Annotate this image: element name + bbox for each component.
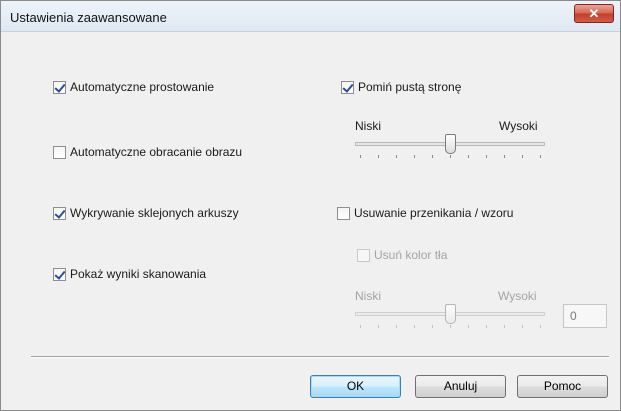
help-button[interactable]: Pomoc	[517, 375, 608, 398]
slider-tick	[504, 155, 505, 158]
checkbox-checked-icon	[341, 80, 354, 94]
show-scan-results-label: Pokaż wyniki skanowania	[70, 267, 207, 281]
auto-rotate-checkbox[interactable]: Automatyczne obracanie obrazu	[53, 145, 242, 159]
blank-sensitivity-slider[interactable]	[355, 134, 545, 158]
slider-tick	[414, 325, 415, 328]
slider-tick	[522, 155, 523, 158]
slider-tick	[432, 325, 433, 328]
bg-level-value-field[interactable]: 0	[563, 304, 607, 328]
bg-level-low-label: Niski	[355, 289, 381, 303]
slider-thumb[interactable]	[445, 304, 456, 324]
slider-tick	[522, 325, 523, 328]
close-icon: ✕	[588, 6, 600, 21]
slider-tick	[540, 155, 541, 158]
slider-ticks	[355, 155, 545, 159]
bleed-through-removal-checkbox[interactable]: Usuwanie przenikania / wzoru	[337, 206, 513, 220]
slider-tick	[432, 155, 433, 158]
slider-tick	[486, 325, 487, 328]
multifeed-detection-label: Wykrywanie sklejonych arkuszy	[70, 206, 239, 220]
slider-tick	[504, 325, 505, 328]
slider-ticks	[355, 325, 545, 329]
slider-tick	[360, 325, 361, 328]
checkbox-checked-icon	[53, 267, 66, 281]
checkbox-unchecked-icon	[357, 248, 370, 262]
blank-sensitivity-high-label: Wysoki	[499, 119, 538, 133]
auto-deskew-label: Automatyczne prostowanie	[70, 80, 215, 94]
slider-tick	[468, 155, 469, 158]
slider-tick	[540, 325, 541, 328]
slider-tick	[450, 325, 451, 328]
slider-tick	[378, 325, 379, 328]
cancel-button[interactable]: Anuluj	[415, 375, 506, 398]
slider-tick	[378, 155, 379, 158]
bleed-through-removal-label: Usuwanie przenikania / wzoru	[354, 206, 514, 220]
slider-tick	[360, 155, 361, 158]
dialog-content: Automatyczne prostowanie Automatyczne ob…	[1, 32, 620, 410]
slider-thumb[interactable]	[445, 134, 456, 154]
slider-tick	[450, 155, 451, 158]
auto-rotate-label: Automatyczne obracanie obrazu	[70, 145, 243, 159]
ok-button[interactable]: OK	[310, 375, 401, 398]
title-bar: Ustawienia zaawansowane ✕	[1, 1, 620, 32]
slider-tick	[486, 155, 487, 158]
slider-tick	[396, 155, 397, 158]
checkbox-unchecked-icon	[337, 206, 350, 220]
multifeed-detection-checkbox[interactable]: Wykrywanie sklejonych arkuszy	[53, 206, 239, 220]
dialog-title: Ustawienia zaawansowane	[10, 10, 167, 25]
advanced-settings-dialog: Ustawienia zaawansowane ✕ Automatyczne p…	[0, 0, 621, 411]
show-scan-results-checkbox[interactable]: Pokaż wyniki skanowania	[53, 267, 206, 281]
slider-tick	[468, 325, 469, 328]
blank-sensitivity-low-label: Niski	[355, 119, 381, 133]
slider-tick	[396, 325, 397, 328]
bg-level-slider[interactable]	[355, 304, 545, 328]
close-button[interactable]: ✕	[574, 4, 614, 23]
bg-level-high-label: Wysoki	[498, 289, 537, 303]
slider-tick	[414, 155, 415, 158]
skip-blank-page-label: Pomiń pustą stronę	[358, 80, 462, 94]
checkbox-checked-icon	[53, 206, 66, 220]
checkbox-checked-icon	[53, 80, 66, 94]
separator	[31, 356, 609, 358]
remove-background-color-checkbox[interactable]: Usuń kolor tła	[357, 248, 447, 262]
skip-blank-page-checkbox[interactable]: Pomiń pustą stronę	[341, 80, 461, 94]
auto-deskew-checkbox[interactable]: Automatyczne prostowanie	[53, 80, 214, 94]
remove-background-color-label: Usuń kolor tła	[374, 248, 448, 262]
checkbox-unchecked-icon	[53, 145, 66, 159]
